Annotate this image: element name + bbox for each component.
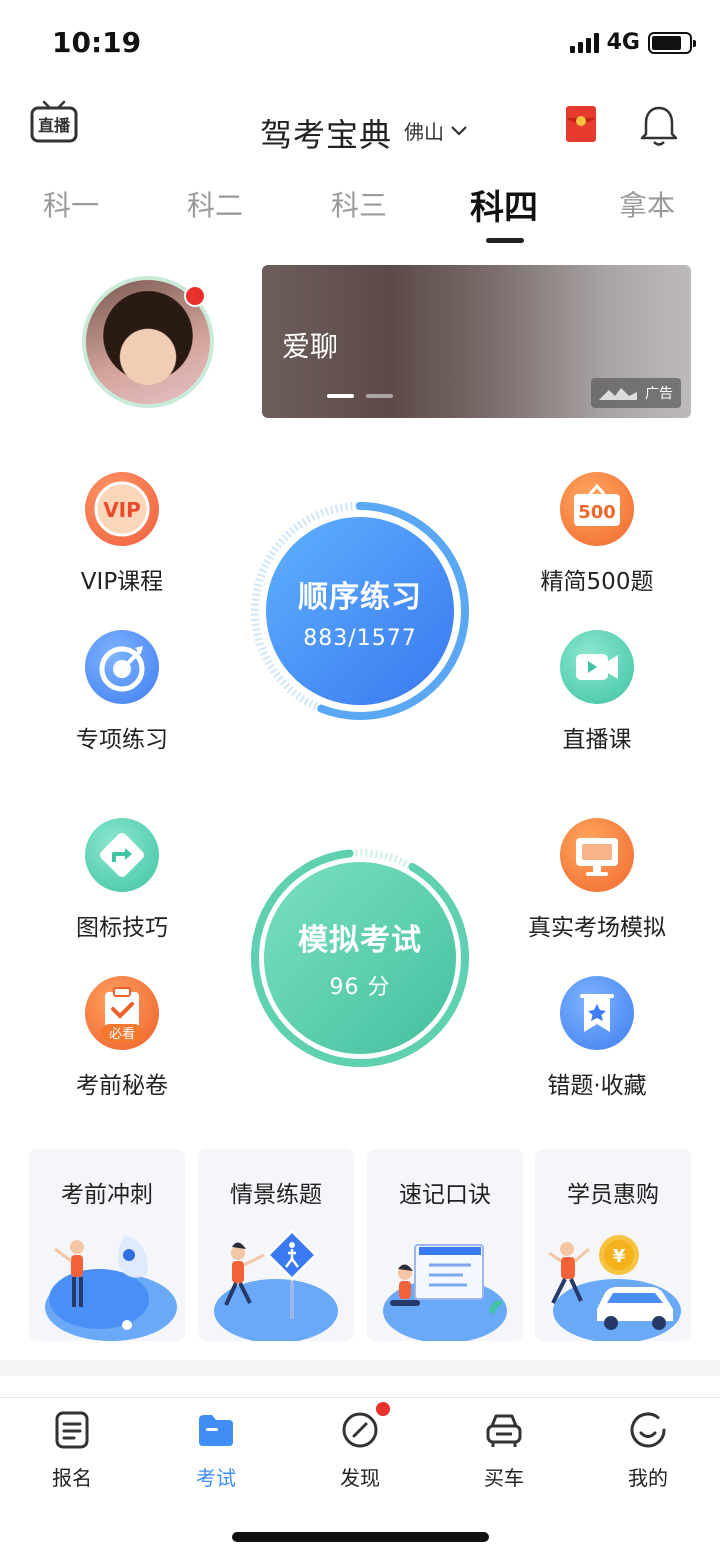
- real-exam-sim-label: 真实考场模拟: [528, 915, 666, 941]
- nav-signup-label: 报名: [52, 1466, 92, 1490]
- nav-buy-car[interactable]: 买车: [444, 1410, 564, 1491]
- notification-dot: [184, 285, 206, 307]
- card-student-deals[interactable]: 学员惠购 ¥: [535, 1149, 691, 1341]
- card-sprint-title: 考前冲刺: [61, 1182, 153, 1208]
- city-selector[interactable]: 佛山: [404, 116, 468, 145]
- pre-exam-secret-label: 考前秘卷: [76, 1073, 168, 1099]
- home-indicator: [232, 1532, 489, 1542]
- vip-course-label: VIP课程: [80, 569, 164, 595]
- nav-discover[interactable]: 发现: [300, 1402, 420, 1491]
- live-course-button[interactable]: 直播课: [507, 630, 687, 754]
- nav-discover-label: 发现: [340, 1466, 380, 1490]
- sign-icon: [85, 818, 159, 892]
- card-scenario[interactable]: 情景练题: [198, 1149, 354, 1341]
- yen-symbol: ¥: [613, 1246, 626, 1267]
- ad-logo-icon: [599, 388, 637, 400]
- sequential-practice-progress: 883/1577: [303, 625, 417, 651]
- wrong-favorites-label: 错题·收藏: [547, 1073, 647, 1099]
- road-sign-illustration: [214, 1228, 338, 1341]
- secret-badge: 必看: [109, 1026, 135, 1042]
- real-exam-sim-button[interactable]: 真实考场模拟: [507, 818, 687, 942]
- card-sprint[interactable]: 考前冲刺: [29, 1149, 185, 1341]
- vip-icon: VIP: [85, 472, 159, 546]
- special-practice-label: 专项练习: [76, 727, 168, 753]
- sequential-practice-button[interactable]: 顺序练习 883/1577: [266, 517, 454, 705]
- bookmark-star-icon: [560, 976, 634, 1050]
- banner-pager: [327, 394, 393, 398]
- nav-profile[interactable]: 我的: [588, 1410, 708, 1491]
- network-type: 4G: [606, 30, 640, 55]
- car-illustration: ¥: [548, 1235, 681, 1341]
- card-mnemonic[interactable]: 速记口诀: [367, 1149, 523, 1341]
- nav-signup[interactable]: 报名: [12, 1410, 132, 1491]
- tab-active-indicator: [486, 238, 524, 243]
- rocket-illustration: [45, 1235, 177, 1341]
- sign-tips-label: 图标技巧: [76, 915, 168, 941]
- vip-course-button[interactable]: VIP VIP课程: [32, 472, 212, 596]
- pre-exam-secret-button[interactable]: 必看 考前秘卷: [32, 976, 212, 1100]
- sign-tips-button[interactable]: 图标技巧: [32, 818, 212, 942]
- bell-icon[interactable]: [638, 104, 680, 148]
- section-divider: [0, 1360, 720, 1376]
- tab-subject-1[interactable]: 科一: [11, 184, 131, 224]
- monitor-icon: [560, 818, 634, 892]
- banner-text: 爱聊: [282, 330, 339, 363]
- document-icon: [52, 1410, 92, 1450]
- card-scenario-title: 情景练题: [230, 1182, 322, 1208]
- mock-exam-button[interactable]: 模拟考试 96 分: [264, 862, 456, 1054]
- special-practice-button[interactable]: 专项练习: [32, 630, 212, 754]
- live-label: 直播: [38, 116, 71, 135]
- sequential-practice-title: 顺序练习: [298, 579, 422, 615]
- 500-questions-icon: 500: [560, 472, 634, 546]
- target-icon: [85, 630, 159, 704]
- tab-subject-3[interactable]: 科三: [299, 184, 419, 224]
- live-course-label: 直播课: [562, 727, 632, 753]
- tab-subject-4[interactable]: 科四: [444, 180, 564, 229]
- mock-exam-score: 96 分: [329, 975, 391, 1000]
- city-label: 佛山: [404, 120, 444, 144]
- tab-subject-2[interactable]: 科二: [155, 184, 275, 224]
- mock-exam-title: 模拟考试: [298, 923, 422, 958]
- chevron-down-icon: [451, 125, 467, 136]
- ad-label: 广告: [645, 386, 673, 402]
- red-envelope-icon[interactable]: [564, 104, 598, 144]
- nav-exam-label: 考试: [196, 1466, 236, 1490]
- battery-icon: [648, 31, 696, 54]
- smile-face-icon: [628, 1410, 668, 1450]
- signal-icon: [569, 32, 599, 53]
- compass-icon: [340, 1402, 390, 1450]
- book-illustration: [383, 1244, 507, 1341]
- wrong-favorites-button[interactable]: 错题·收藏: [507, 976, 687, 1100]
- card-mnemonic-title: 速记口诀: [399, 1182, 491, 1208]
- app-title: 驾考宝典: [260, 116, 393, 154]
- nav-profile-label: 我的: [628, 1466, 668, 1490]
- status-indicators: 4G: [569, 30, 696, 55]
- discover-badge-dot: [376, 1402, 390, 1416]
- 500-questions-button[interactable]: 500 精简500题: [507, 472, 687, 596]
- live-tv-icon[interactable]: 直播: [30, 100, 78, 144]
- nav-buy-car-label: 买车: [484, 1466, 524, 1490]
- tab-license[interactable]: 拿本: [587, 184, 707, 224]
- clipboard-icon: 必看: [85, 976, 159, 1050]
- subject-tabs: 科一 科二 科三 科四 拿本: [0, 184, 720, 244]
- status-time: 10:19: [52, 26, 142, 59]
- 500-badge: 500: [578, 502, 616, 523]
- vip-badge: VIP: [103, 498, 141, 522]
- car-icon: [484, 1410, 524, 1450]
- card-student-deals-title: 学员惠购: [567, 1182, 659, 1208]
- ad-badge: 广告: [591, 378, 681, 408]
- nav-exam[interactable]: 考试: [156, 1410, 276, 1491]
- video-camera-icon: [560, 630, 634, 704]
- 500-questions-label: 精简500题: [540, 569, 654, 595]
- ad-banner[interactable]: 爱聊 广告: [262, 265, 691, 418]
- folder-icon: [196, 1410, 236, 1450]
